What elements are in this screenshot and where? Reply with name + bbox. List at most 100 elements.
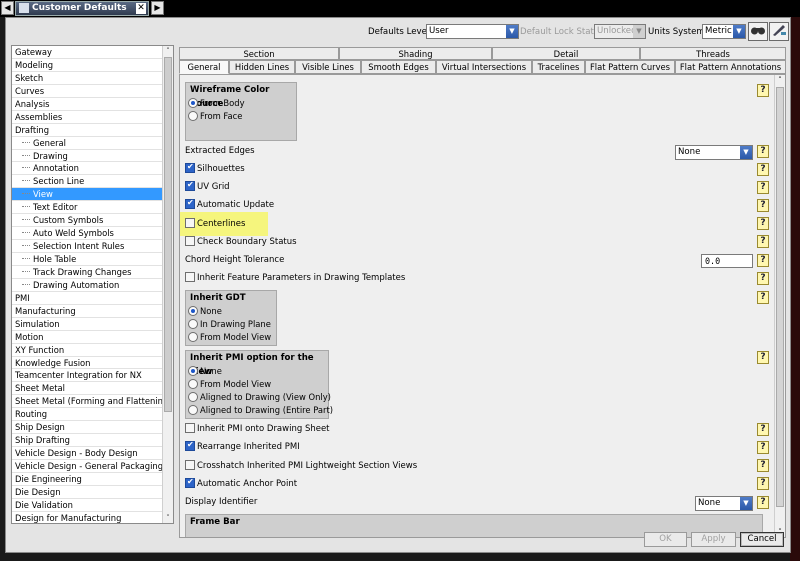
radio-button[interactable] <box>188 97 198 108</box>
sidebar-item-analysis[interactable]: Analysis <box>12 98 173 111</box>
nav-right-button[interactable]: ▶ <box>151 1 164 15</box>
checkbox[interactable] <box>185 271 195 282</box>
sidebar-item-simulation[interactable]: Simulation <box>12 318 173 331</box>
chevron-up-icon[interactable]: ˄ <box>163 46 173 56</box>
tab-detail[interactable]: Detail <box>492 47 640 60</box>
radio-from-face[interactable]: From Face <box>186 110 296 123</box>
help-icon[interactable]: ? <box>757 217 769 230</box>
radio-button[interactable] <box>188 318 198 329</box>
help-icon[interactable]: ? <box>757 459 769 472</box>
checkbox[interactable] <box>185 459 195 470</box>
radio-button[interactable] <box>188 378 198 389</box>
tab-virtual-intersections[interactable]: Virtual Intersections <box>436 60 532 74</box>
help-icon[interactable]: ? <box>757 441 769 454</box>
radio-button[interactable] <box>188 305 198 316</box>
sidebar-item-xy-function[interactable]: XY Function <box>12 344 173 357</box>
sidebar-item-routing[interactable]: Routing <box>12 408 173 422</box>
sidebar-item-annotation[interactable]: Annotation <box>12 162 173 176</box>
help-icon[interactable]: ? <box>757 199 769 212</box>
sidebar-item-drafting[interactable]: Drafting <box>12 124 173 137</box>
checkbox[interactable] <box>185 235 195 246</box>
sidebar-item-hole-table[interactable]: Hole Table <box>12 253 173 266</box>
tab-section[interactable]: Section <box>179 47 339 60</box>
help-icon[interactable]: ? <box>757 235 769 248</box>
help-icon[interactable]: ? <box>757 272 769 285</box>
check-boundary-checkbox[interactable]: Check Boundary Status <box>185 235 297 249</box>
help-icon[interactable]: ? <box>757 254 769 267</box>
radio-button[interactable] <box>188 110 198 121</box>
units-system-select[interactable]: Metric ▼ <box>702 24 746 39</box>
help-icon[interactable]: ? <box>757 496 769 509</box>
help-icon[interactable]: ? <box>757 163 769 176</box>
chevron-up-icon[interactable]: ˄ <box>775 75 785 85</box>
sidebar-item-ship-drafting[interactable]: Ship Drafting <box>12 434 173 448</box>
panel-scrollbar[interactable]: ˄ ˅ <box>774 75 785 537</box>
radio-gdt-model-view[interactable]: From Model View <box>186 331 276 344</box>
radio-from-body[interactable]: From Body <box>186 97 296 110</box>
category-tree[interactable]: Gateway Modeling Sketch Curves Analysis Assem… <box>11 45 174 524</box>
sidebar-item-auto-weld-symbols[interactable]: Auto Weld Symbols <box>12 227 173 241</box>
sidebar-item-text-editor[interactable]: Text Editor <box>12 201 173 215</box>
sidebar-item-sketch[interactable]: Sketch <box>12 72 173 85</box>
nav-left-button[interactable]: ◀ <box>1 1 14 15</box>
help-icon[interactable]: ? <box>757 291 769 304</box>
sidebar-item-knowledge-fusion[interactable]: Knowledge Fusion <box>12 357 173 370</box>
sidebar-item-track-drawing-changes[interactable]: Track Drawing Changes <box>12 266 173 279</box>
help-icon[interactable]: ? <box>757 477 769 490</box>
inherit-feature-checkbox[interactable]: Inherit Feature Parameters in Drawing Te… <box>185 271 405 285</box>
display-identifier-select[interactable]: None ▼ <box>695 496 753 511</box>
radio-pmi-none[interactable]: None <box>186 365 328 378</box>
cancel-button[interactable]: Cancel <box>740 532 784 547</box>
anchor-point-checkbox[interactable]: Automatic Anchor Point <box>185 477 297 491</box>
sidebar-item-custom-symbols[interactable]: Custom Symbols <box>12 214 173 228</box>
sidebar-item-design-for-manufacturing[interactable]: Design for Manufacturing <box>12 512 173 523</box>
radio-button[interactable] <box>188 331 198 342</box>
help-icon[interactable]: ? <box>757 423 769 436</box>
window-tab[interactable]: Customer Defaults ✕ <box>15 1 149 16</box>
radio-button[interactable] <box>188 365 198 376</box>
checkbox[interactable] <box>185 180 195 191</box>
checkbox[interactable] <box>185 440 195 451</box>
help-icon[interactable]: ? <box>757 351 769 364</box>
category-scrollbar[interactable]: ˄ ˅ <box>162 46 173 523</box>
rearrange-pmi-checkbox[interactable]: Rearrange Inherited PMI <box>185 440 300 454</box>
inherit-pmi-sheet-checkbox[interactable]: Inherit PMI onto Drawing Sheet <box>185 422 330 436</box>
checkbox[interactable] <box>185 162 195 173</box>
sidebar-item-motion[interactable]: Motion <box>12 331 173 344</box>
sidebar-item-sheet-metal-forming-and-flattening[interactable]: Sheet Metal (Forming and Flattening) <box>12 395 173 409</box>
manage-settings-button[interactable] <box>769 22 789 41</box>
tab-flat-pattern-annotations[interactable]: Flat Pattern Annotations <box>675 60 786 74</box>
sidebar-item-modeling[interactable]: Modeling <box>12 59 173 72</box>
radio-pmi-aligned-part[interactable]: Aligned to Drawing (Entire Part) <box>186 404 333 417</box>
scrollbar-thumb[interactable] <box>776 87 784 507</box>
extracted-edges-select[interactable]: None ▼ <box>675 145 753 160</box>
checkbox[interactable] <box>185 477 195 488</box>
radio-pmi-model-view[interactable]: From Model View <box>186 378 328 391</box>
sidebar-item-drawing-automation[interactable]: Drawing Automation <box>12 279 173 292</box>
tab-tracelines[interactable]: Tracelines <box>532 60 585 74</box>
ok-button[interactable]: OK <box>644 532 687 547</box>
checkbox[interactable] <box>185 217 195 228</box>
radio-button[interactable] <box>188 391 198 402</box>
sidebar-item-teamcenter-integration-for-nx[interactable]: Teamcenter Integration for NX <box>12 369 173 383</box>
sidebar-item-assemblies[interactable]: Assemblies <box>12 111 173 124</box>
tab-flat-pattern-curves[interactable]: Flat Pattern Curves <box>585 60 675 74</box>
close-icon[interactable]: ✕ <box>136 3 146 14</box>
sidebar-item-curves[interactable]: Curves <box>12 85 173 98</box>
chord-height-input[interactable]: 0.0 <box>701 254 753 268</box>
radio-button[interactable] <box>188 404 198 415</box>
chevron-down-icon[interactable]: ˅ <box>163 513 173 523</box>
checkbox[interactable] <box>185 198 195 209</box>
tab-hidden-lines[interactable]: Hidden Lines <box>229 60 295 74</box>
sidebar-item-manufacturing[interactable]: Manufacturing <box>12 305 173 318</box>
sidebar-item-view[interactable]: View <box>12 188 173 202</box>
radio-pmi-aligned-view[interactable]: Aligned to Drawing (View Only) <box>186 391 331 404</box>
sidebar-item-drawing[interactable]: Drawing <box>12 150 173 163</box>
sidebar-item-pmi[interactable]: PMI <box>12 292 173 305</box>
sidebar-item-die-engineering[interactable]: Die Engineering <box>12 473 173 486</box>
crosshatch-checkbox[interactable]: Crosshatch Inherited PMI Lightweight Sec… <box>185 459 417 473</box>
find-default-button[interactable] <box>748 22 768 41</box>
tab-threads[interactable]: Threads <box>640 47 786 60</box>
sidebar-item-general[interactable]: General <box>12 137 173 150</box>
sidebar-item-section-line[interactable]: Section Line <box>12 175 173 189</box>
